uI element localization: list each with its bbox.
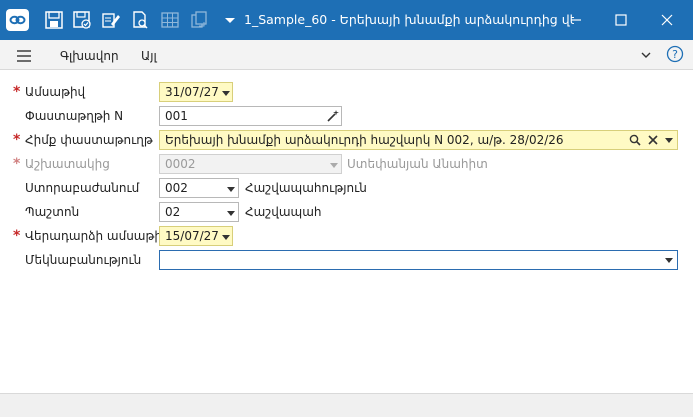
basis-doc-field[interactable]: Երեխայի խնամքի արձակուրդի հաշվարկ N 002,… (159, 130, 678, 150)
position-field[interactable]: 02 (159, 202, 239, 222)
menu-item-main[interactable]: Գլխավոր (60, 49, 119, 63)
dropdown-caret-icon[interactable] (222, 91, 230, 96)
return-date-value: 15/07/27 (165, 229, 219, 243)
collapse-chevron-icon[interactable] (639, 48, 653, 62)
preview-icon[interactable] (130, 10, 150, 30)
form-panel: * Ամսաթիվ 31/07/27 Փաստաթղթի N 001 * Հիմ… (0, 70, 693, 393)
position-name: Հաշվապահ (245, 205, 322, 219)
doc-number-field[interactable]: 001 (159, 106, 342, 126)
window-title: 1_Sample_60 - Երեխայի խնամքի արձակուրդից… (244, 12, 574, 27)
comment-field[interactable] (159, 250, 678, 270)
magic-wand-icon[interactable] (326, 109, 340, 123)
division-field[interactable]: 002 (159, 178, 239, 198)
dropdown-caret-icon[interactable] (227, 211, 235, 216)
return-date-field[interactable]: 15/07/27 (159, 226, 233, 246)
maximize-icon[interactable] (611, 10, 631, 30)
save-and-close-icon[interactable] (72, 10, 92, 30)
position-value: 02 (165, 205, 181, 219)
employee-name: Ստեփանյան Անահիտ (347, 157, 488, 171)
required-marker: * (13, 228, 21, 244)
division-name: Հաշվապահություն (245, 181, 367, 195)
return-date-label: Վերադարձի ամսաթիվ (25, 229, 170, 243)
basis-doc-label: Հիմք փաստաթուղթ (25, 133, 153, 147)
basis-doc-value: Երեխայի խնամքի արձակուրդի հաշվարկ N 002,… (165, 133, 564, 147)
help-icon[interactable]: ? (666, 45, 684, 63)
employee-label: Աշխատակից (25, 157, 110, 171)
close-icon[interactable] (657, 10, 677, 30)
dropdown-caret-icon (330, 163, 338, 168)
menu-item-other[interactable]: Այլ (141, 49, 157, 63)
dropdown-caret-icon[interactable] (665, 138, 673, 143)
comment-label: Մեկնաբանություն (25, 253, 142, 267)
app-logo-icon (6, 9, 29, 31)
dropdown-caret-icon[interactable] (227, 187, 235, 192)
clear-icon[interactable] (647, 134, 659, 146)
search-icon[interactable] (629, 134, 641, 146)
hamburger-menu-icon[interactable] (16, 49, 32, 63)
position-label: Պաշտոն (25, 205, 80, 219)
status-bar (0, 393, 693, 417)
svg-text:?: ? (672, 48, 678, 61)
menu-bar: Գլխավոր Այլ ? (0, 40, 693, 70)
table-icon[interactable] (160, 10, 180, 30)
date-value: 31/07/27 (165, 85, 219, 99)
title-bar: 1_Sample_60 - Երեխայի խնամքի արձակուրդից… (0, 0, 693, 40)
dropdown-caret-icon[interactable] (665, 258, 673, 263)
doc-number-value: 001 (165, 109, 188, 123)
employee-field: 0002 (159, 154, 342, 174)
date-field[interactable]: 31/07/27 (159, 82, 233, 102)
division-value: 002 (165, 181, 188, 195)
minimize-icon[interactable] (566, 10, 586, 30)
required-marker: * (13, 84, 21, 100)
required-marker: * (13, 156, 21, 172)
dropdown-caret-icon[interactable] (222, 235, 230, 240)
employee-value: 0002 (165, 157, 196, 171)
edit-icon[interactable] (101, 10, 121, 30)
required-marker: * (13, 132, 21, 148)
doc-number-label: Փաստաթղթի N (25, 109, 124, 123)
division-label: Ստորաբաժանում (25, 181, 140, 195)
documents-icon[interactable] (189, 10, 209, 30)
save-icon[interactable] (44, 10, 64, 30)
dropdown-arrow-icon[interactable] (220, 10, 240, 30)
date-label: Ամսաթիվ (25, 85, 86, 99)
